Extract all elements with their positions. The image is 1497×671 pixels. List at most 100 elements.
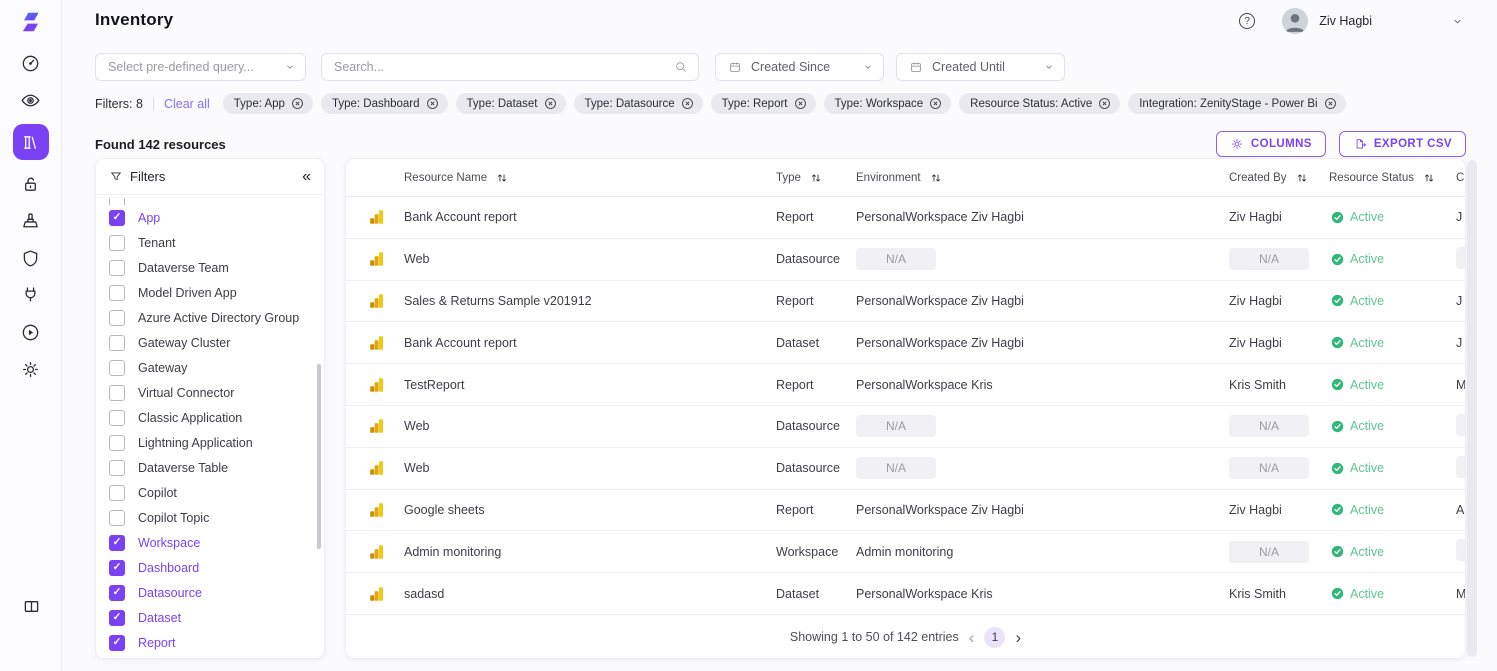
column-header[interactable]: C — [1441, 172, 1466, 184]
checkbox[interactable] — [109, 385, 125, 401]
created-since-select[interactable]: Created Since — [715, 53, 884, 81]
export-csv-button[interactable]: EXPORT CSV — [1339, 131, 1466, 157]
table-row[interactable]: Admin monitoring Workspace Admin monitor… — [346, 531, 1465, 573]
checkbox[interactable] — [109, 335, 125, 351]
filter-chip[interactable]: Type: Report — [711, 93, 816, 114]
checkbox[interactable] — [109, 585, 125, 601]
next-page-icon[interactable]: › — [1015, 629, 1021, 646]
filter-chip[interactable]: Type: App — [223, 93, 313, 114]
sort-icon[interactable] — [930, 172, 942, 184]
table-row[interactable]: Google sheets Report PersonalWorkspace Z… — [346, 490, 1465, 532]
table-row[interactable]: Web Datasource N/A N/A Active — [346, 448, 1465, 490]
remove-filter-icon[interactable] — [1098, 97, 1111, 110]
checkbox[interactable] — [109, 360, 125, 376]
filter-checkbox-item[interactable]: Gateway — [96, 355, 324, 380]
table-row[interactable]: TestReport Report PersonalWorkspace Kris… — [346, 364, 1465, 406]
sort-icon[interactable] — [1296, 172, 1308, 184]
page-scrollbar[interactable] — [1467, 160, 1477, 657]
table-row[interactable]: Web Datasource N/A N/A Active — [346, 239, 1465, 281]
checkbox[interactable] — [109, 285, 125, 301]
open-lock-icon[interactable] — [13, 171, 49, 197]
table-row[interactable]: Sales & Returns Sample v201912 Report Pe… — [346, 281, 1465, 323]
filter-checkbox-item[interactable]: Model Driven App — [96, 280, 324, 305]
filter-checkbox-item[interactable]: Lightning Application — [96, 430, 324, 455]
sort-icon[interactable] — [810, 172, 822, 184]
remove-filter-icon[interactable] — [291, 97, 304, 110]
filter-checkbox-item[interactable]: Azure Active Directory Group — [96, 305, 324, 330]
resource-name-cell[interactable]: Web — [396, 461, 768, 475]
filter-checkbox-item[interactable]: Dataset — [96, 605, 324, 630]
created-until-select[interactable]: Created Until — [896, 53, 1065, 81]
checkbox[interactable] — [109, 560, 125, 576]
filter-chip[interactable]: Resource Status: Active — [959, 93, 1120, 114]
clear-all-link[interactable]: Clear all — [164, 97, 210, 111]
filter-chip[interactable]: Type: Dashboard — [321, 93, 448, 114]
filter-checkbox-item[interactable]: Dataverse Table — [96, 455, 324, 480]
filter-checkbox-item[interactable]: Report — [96, 630, 324, 655]
avatar[interactable] — [1282, 8, 1308, 34]
checkbox[interactable] — [109, 460, 125, 476]
resource-name-cell[interactable]: TestReport — [396, 378, 768, 392]
columns-button[interactable]: COLUMNS — [1216, 131, 1326, 157]
checkbox[interactable] — [109, 510, 125, 526]
checkbox[interactable] — [109, 435, 125, 451]
filter-chip[interactable]: Type: Datasource — [574, 93, 703, 114]
table-row[interactable]: Bank Account report Dataset PersonalWork… — [346, 322, 1465, 364]
filter-chip[interactable]: Type: Dataset — [456, 93, 566, 114]
remove-filter-icon[interactable] — [794, 97, 807, 110]
resource-name-cell[interactable]: Web — [396, 419, 768, 433]
resource-name-cell[interactable]: Web — [396, 252, 768, 266]
dashboard-gauge-icon[interactable] — [13, 50, 49, 76]
checkbox[interactable] — [109, 635, 125, 651]
checkbox[interactable] — [109, 310, 125, 326]
remove-filter-icon[interactable] — [1324, 97, 1337, 110]
prev-page-icon[interactable]: ‹ — [969, 629, 975, 646]
table-row[interactable]: Web Datasource N/A N/A Active — [346, 406, 1465, 448]
resource-name-cell[interactable]: Google sheets — [396, 503, 768, 517]
column-header[interactable]: Resource Status — [1321, 172, 1441, 184]
filter-checkbox-item[interactable]: Dataverse Team — [96, 255, 324, 280]
settings-gear-icon[interactable] — [13, 356, 49, 382]
cleanup-brush-icon[interactable] — [13, 208, 49, 234]
filter-checkbox-item[interactable]: Classic Application — [96, 405, 324, 430]
table-row[interactable]: sadasd Dataset PersonalWorkspace Kris Kr… — [346, 573, 1465, 615]
checkbox[interactable] — [109, 610, 125, 626]
collapse-panel-icon[interactable]: « — [302, 169, 311, 185]
filter-checkbox-item[interactable]: Datasource — [96, 580, 324, 605]
shield-icon[interactable] — [13, 245, 49, 271]
docs-book-icon[interactable] — [0, 596, 62, 617]
help-icon[interactable]: ? — [1239, 13, 1255, 29]
sort-icon[interactable] — [1423, 172, 1435, 184]
filter-chip[interactable]: Integration: ZenityStage - Power Bi — [1128, 93, 1345, 114]
table-row[interactable]: Bank Account report Report PersonalWorks… — [346, 197, 1465, 239]
filter-checkbox-item[interactable]: Virtual Connector — [96, 380, 324, 405]
checkbox[interactable] — [109, 235, 125, 251]
filter-chip[interactable]: Type: Workspace — [824, 93, 952, 114]
remove-filter-icon[interactable] — [681, 97, 694, 110]
search-input[interactable] — [334, 60, 674, 74]
column-header[interactable]: Created By — [1221, 172, 1321, 184]
user-menu-chevron-icon[interactable] — [1452, 16, 1463, 27]
filter-list-scrollbar[interactable] — [317, 364, 321, 549]
predefined-query-select[interactable]: Select pre-defined query... — [95, 53, 306, 81]
checkbox[interactable] — [109, 485, 125, 501]
resource-name-cell[interactable]: Bank Account report — [396, 210, 768, 224]
checkbox[interactable] — [109, 410, 125, 426]
checkbox[interactable] — [109, 260, 125, 276]
filter-checkbox-item[interactable]: Dashboard — [96, 555, 324, 580]
remove-filter-icon[interactable] — [544, 97, 557, 110]
column-header[interactable]: Type — [768, 172, 848, 184]
filter-checkbox-item[interactable]: App — [96, 205, 324, 230]
remove-filter-icon[interactable] — [929, 97, 942, 110]
search-box[interactable] — [321, 53, 699, 81]
inventory-library-icon[interactable] — [13, 124, 49, 160]
column-header[interactable]: Resource Name — [396, 172, 768, 184]
resource-name-cell[interactable]: Admin monitoring — [396, 545, 768, 559]
connector-plug-icon[interactable] — [13, 282, 49, 308]
filter-checkbox-item[interactable]: Copilot — [96, 480, 324, 505]
filter-checkbox-item[interactable]: Tenant — [96, 230, 324, 255]
sort-icon[interactable] — [496, 172, 508, 184]
filter-checkbox-item[interactable]: Copilot Topic — [96, 505, 324, 530]
page-number[interactable]: 1 — [984, 627, 1005, 648]
play-circle-icon[interactable] — [13, 319, 49, 345]
